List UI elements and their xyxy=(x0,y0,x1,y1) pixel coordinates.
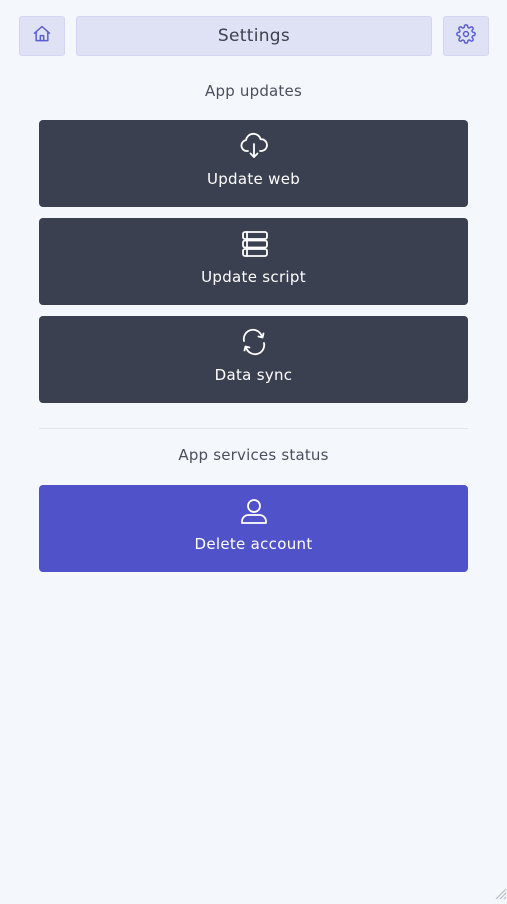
top-bar: Settings xyxy=(19,16,489,56)
data-sync-label: Data sync xyxy=(214,366,293,384)
update-script-label: Update script xyxy=(201,268,306,286)
update-web-button[interactable]: Update web xyxy=(39,120,468,207)
resize-handle-icon[interactable] xyxy=(491,884,507,900)
data-sync-button[interactable]: Data sync xyxy=(39,316,468,403)
delete-account-label: Delete account xyxy=(194,535,313,553)
update-web-label: Update web xyxy=(206,170,301,188)
page-title-text: Settings xyxy=(217,26,291,46)
cloud-download-icon xyxy=(239,132,269,160)
delete-account-button[interactable]: Delete account xyxy=(39,485,468,572)
section-divider xyxy=(39,428,468,429)
gear-icon xyxy=(456,24,476,48)
update-script-button[interactable]: Update script xyxy=(39,218,468,305)
settings-button[interactable] xyxy=(443,16,489,56)
database-icon xyxy=(239,230,269,258)
services-status-heading: App services status xyxy=(178,446,329,464)
page-title: Settings xyxy=(76,16,432,56)
home-icon xyxy=(32,24,52,48)
app-updates-heading: App updates xyxy=(205,82,302,100)
sync-icon xyxy=(239,328,269,356)
user-icon xyxy=(239,497,269,525)
home-button[interactable] xyxy=(19,16,65,56)
